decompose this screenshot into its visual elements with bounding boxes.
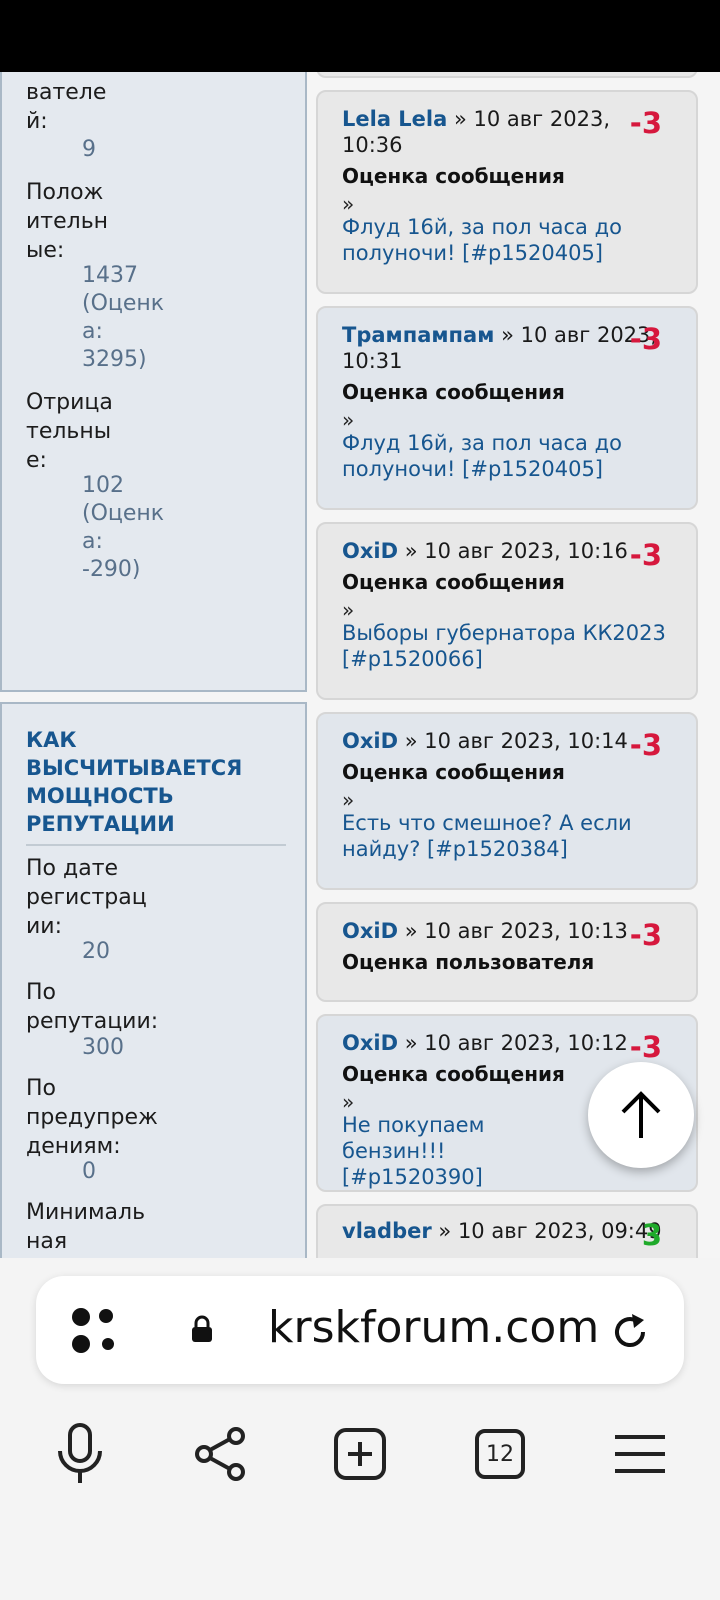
topic-link[interactable]: Есть что смешное? А если найду? [#p15203…	[342, 810, 672, 862]
score-value: -3	[629, 1030, 662, 1064]
new-tab-button[interactable]	[324, 1418, 396, 1490]
negative-label: Отрица тельны е:	[26, 390, 113, 473]
rating-type: Оценка сообщения	[342, 570, 565, 594]
entry-date: » 10 авг 2023, 10:12	[404, 1031, 628, 1055]
arrow-up-icon	[621, 1091, 661, 1138]
positive-label: Полож ительн ые:	[26, 180, 109, 263]
author-link[interactable]: Трампампам	[342, 323, 494, 347]
card-header: OxiD » 10 авг 2023, 10:14	[342, 728, 628, 754]
tabs-button[interactable]: 12	[464, 1418, 536, 1490]
reputation-card: Трампампам » 10 авг 2023, 10:31 Оценка с…	[316, 306, 698, 510]
share-button[interactable]	[184, 1418, 256, 1490]
author-link[interactable]: OxiD	[342, 919, 398, 943]
arrow-text: »	[342, 788, 355, 812]
status-bar	[0, 0, 720, 72]
power-by-reg-value: 20	[82, 939, 110, 964]
topic-link[interactable]: Флуд 16й, за пол часа до полуночи! [#p15…	[342, 430, 672, 482]
reputation-card: OxiD » 10 авг 2023, 10:16 Оценка сообщен…	[316, 522, 698, 700]
new-tab-icon	[334, 1428, 386, 1480]
reputation-card: OxiD » 10 авг 2023, 10:14 Оценка сообщен…	[316, 712, 698, 890]
topic-link[interactable]: Не покупаем бензин!!! [#p1520390]	[342, 1112, 592, 1190]
topic-link[interactable]: Выборы губернатора КК2023 [#p1520066]	[342, 620, 672, 672]
arrow-text: »	[342, 598, 355, 622]
lock-icon	[190, 1314, 214, 1344]
title-divider	[26, 844, 286, 846]
card-header: OxiD » 10 авг 2023, 10:13	[342, 918, 628, 944]
card-header: vladber » 10 авг 2023, 09:49	[342, 1218, 662, 1244]
menu-button[interactable]	[604, 1418, 676, 1490]
tabs-count: 12	[486, 1441, 514, 1467]
reputation-card: Lela Lela » 10 авг 2023, 10:36 Оценка со…	[316, 90, 698, 294]
scroll-to-top-button[interactable]	[588, 1062, 694, 1168]
score-value: -3	[629, 538, 662, 572]
score-value: -3	[629, 918, 662, 952]
topic-link[interactable]: Флуд 16й, за пол часа до полуночи! [#p15…	[342, 214, 672, 266]
score-value: -3	[629, 106, 662, 140]
arrow-text: »	[342, 408, 355, 432]
card-header: OxiD » 10 авг 2023, 10:12	[342, 1030, 628, 1056]
tabs-icon: 12	[475, 1429, 525, 1479]
min-power-label: Минималь ная мощность репутации	[26, 1200, 146, 1254]
rating-type: Оценка сообщения	[342, 1062, 565, 1086]
share-icon	[195, 1427, 245, 1481]
power-by-rep-value: 300	[82, 1035, 124, 1060]
arrow-text: »	[342, 192, 355, 216]
entry-date: » 10 авг 2023, 10:13	[404, 919, 628, 943]
power-by-warn-value: 0	[82, 1159, 96, 1184]
author-link[interactable]: vladber	[342, 1219, 432, 1243]
score-value: -3	[629, 322, 662, 356]
microphone-icon	[58, 1423, 102, 1483]
reputation-card-previous	[316, 72, 698, 78]
author-link[interactable]: OxiD	[342, 729, 398, 753]
reload-icon[interactable]	[610, 1312, 650, 1352]
power-panel-title[interactable]: КАК ВЫСЧИТЫВАЕТСЯ МОЩНОСТЬ РЕПУТАЦИИ	[26, 726, 286, 838]
author-link[interactable]: OxiD	[342, 539, 398, 563]
user-stats-panel: Польз вателе й: 9 Полож ительн ые: 1437 …	[0, 72, 307, 692]
power-by-warn-label: По предупреж дениям:	[26, 1076, 158, 1159]
entry-date: » 10 авг 2023, 10:16	[404, 539, 628, 563]
reputation-card: OxiD » 10 авг 2023, 10:13 Оценка пользов…	[316, 902, 698, 1002]
card-header: Lela Lela » 10 авг 2023, 10:36	[342, 106, 610, 158]
menu-icon	[615, 1435, 665, 1473]
url-text[interactable]: krskforum.com	[268, 1300, 599, 1356]
author-link[interactable]: Lela Lela	[342, 107, 447, 131]
power-by-reg-label: По дате регистрац ии:	[26, 856, 147, 939]
score-value: 3	[641, 1218, 662, 1252]
microphone-button[interactable]	[44, 1418, 116, 1490]
card-header: Трампампам » 10 авг 2023, 10:31	[342, 322, 657, 374]
rating-type: Оценка пользователя	[342, 950, 595, 974]
score-value: -3	[629, 728, 662, 762]
reputation-card: vladber » 10 авг 2023, 09:49 3	[316, 1204, 698, 1258]
positive-value: 1437 (Оценк а: 3295)	[82, 263, 165, 372]
arrow-text: »	[342, 1090, 355, 1114]
entry-date: » 10 авг 2023, 10:14	[404, 729, 628, 753]
author-link[interactable]: OxiD	[342, 1031, 398, 1055]
apps-icon[interactable]	[70, 1306, 120, 1356]
partial-stat-value: 9	[82, 137, 96, 162]
negative-value: 102 (Оценк а: -290)	[82, 473, 165, 582]
page-viewport[interactable]: Польз вателе й: 9 Полож ительн ые: 1437 …	[0, 72, 720, 1258]
entry-date: » 10 авг 2023, 09:49	[438, 1219, 662, 1243]
power-by-rep-label: По репутации:	[26, 980, 159, 1034]
partial-stat-label: вателе й:	[26, 80, 107, 134]
card-header: OxiD » 10 авг 2023, 10:16	[342, 538, 628, 564]
rating-type: Оценка сообщения	[342, 380, 565, 404]
address-bar[interactable]: krskforum.com	[36, 1276, 684, 1384]
reputation-power-panel: КАК ВЫСЧИТЫВАЕТСЯ МОЩНОСТЬ РЕПУТАЦИИ По …	[0, 702, 307, 1258]
rating-type: Оценка сообщения	[342, 760, 565, 784]
rating-type: Оценка сообщения	[342, 164, 565, 188]
